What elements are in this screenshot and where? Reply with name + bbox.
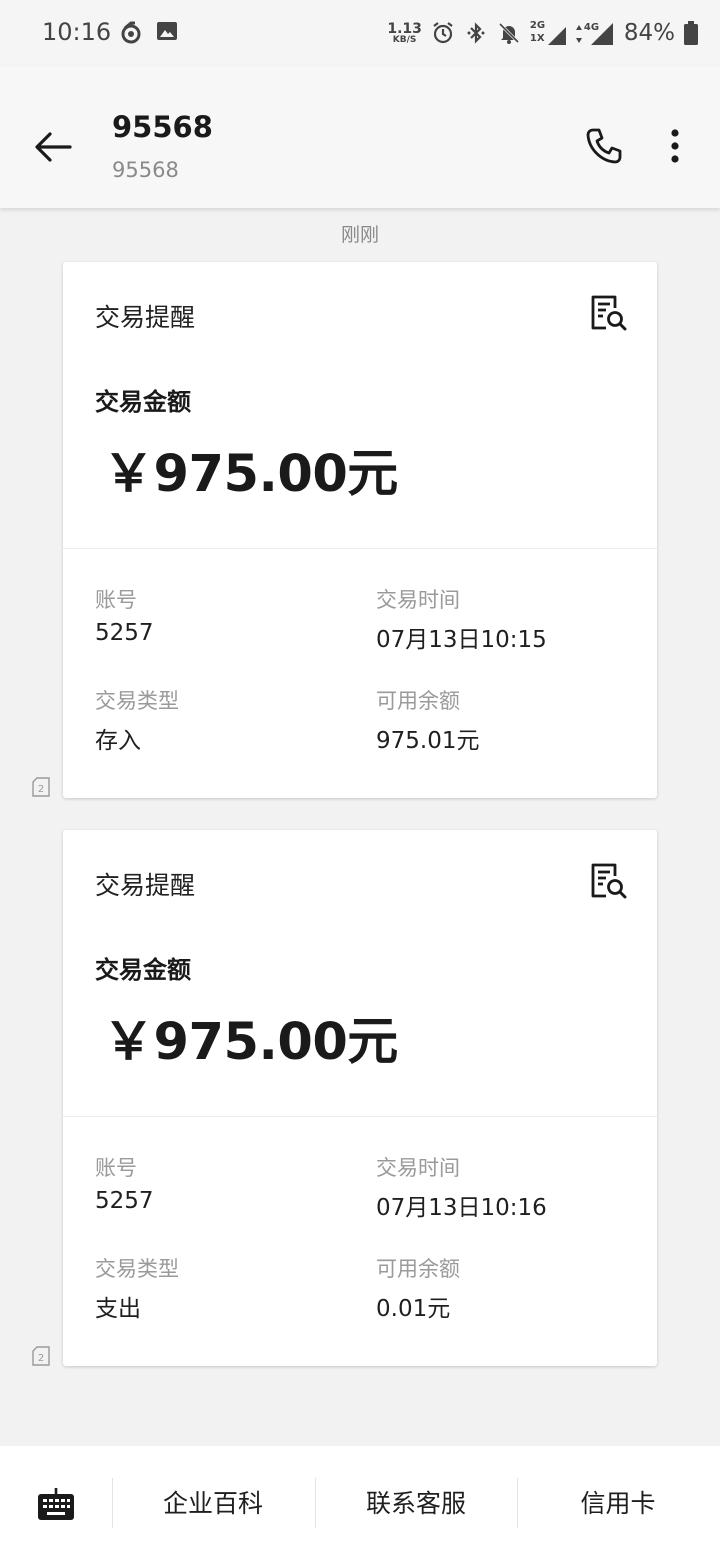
- sim-slot-number: 2: [38, 784, 44, 795]
- transaction-amount: ￥975.00元: [103, 1013, 398, 1072]
- transaction-card[interactable]: 交易提醒 交易金额 ￥975.00元 账号 5257 交易时间 07月13日10…: [63, 262, 657, 798]
- menu-item-contact-service[interactable]: 联系客服: [315, 1484, 517, 1520]
- data-arrows-icon: [575, 25, 582, 43]
- account-label: 账号: [95, 588, 137, 612]
- time-value: 07月13日10:15: [376, 627, 547, 653]
- conversation-header: 95568 95568: [0, 66, 720, 208]
- type-label: 交易类型: [95, 1257, 179, 1281]
- transaction-card[interactable]: 交易提醒 交易金额 ￥975.00元 账号 5257 交易时间 07月13日10…: [63, 830, 657, 1366]
- signal-sim1: 2G 1X: [530, 20, 566, 46]
- sim-card-icon: 2: [32, 777, 50, 797]
- balance-label: 可用余额: [376, 689, 460, 713]
- menu-item-enterprise-wiki[interactable]: 企业百科: [112, 1484, 314, 1520]
- bottom-menu-bar: 企业百科 联系客服 信用卡: [0, 1446, 720, 1560]
- amount-label: 交易金额: [95, 388, 191, 416]
- document-search-icon[interactable]: [589, 862, 627, 900]
- keyboard-icon[interactable]: [37, 1486, 75, 1522]
- type-label: 交易类型: [95, 689, 179, 713]
- menu-item-credit-card[interactable]: 信用卡: [517, 1484, 719, 1520]
- alarm-icon: [433, 22, 453, 44]
- image-icon: [157, 22, 177, 40]
- account-label: 账号: [95, 1156, 137, 1180]
- contact-title: 95568: [112, 110, 213, 144]
- sim-slot-number: 2: [38, 1353, 44, 1364]
- amount-label: 交易金额: [95, 956, 191, 984]
- type-value: 存入: [95, 728, 141, 754]
- status-bar: 10:16 1.13 KB/S 2G 1X 4G 84%: [0, 0, 720, 66]
- signal-icon: [547, 27, 566, 45]
- account-value: 5257: [95, 620, 154, 646]
- time-label: 交易时间: [376, 1156, 460, 1180]
- time-label: 交易时间: [376, 588, 460, 612]
- contact-number: 95568: [112, 158, 179, 182]
- bluetooth-icon: [467, 22, 485, 44]
- balance-value: 0.01元: [376, 1296, 451, 1322]
- silent-icon: [498, 22, 519, 44]
- signal-sim2: 4G: [575, 20, 615, 46]
- transaction-amount: ￥975.00元: [103, 445, 398, 504]
- time-value: 07月13日10:16: [376, 1195, 547, 1221]
- status-time: 10:16: [42, 18, 112, 46]
- sim-card-icon: 2: [32, 1346, 50, 1366]
- phone-icon[interactable]: [584, 126, 624, 166]
- balance-label: 可用余额: [376, 1257, 460, 1281]
- more-vertical-icon[interactable]: [660, 128, 690, 164]
- card-divider: [63, 548, 657, 549]
- type-value: 支出: [95, 1296, 141, 1322]
- battery-percent: 84%: [623, 20, 675, 46]
- notification-app-icon: [121, 21, 141, 44]
- network-speed: 1.13 KB/S: [387, 20, 422, 45]
- card-header: 交易提醒: [95, 871, 196, 900]
- battery-icon: [684, 21, 698, 45]
- card-divider: [63, 1116, 657, 1117]
- message-timestamp: 刚刚: [340, 224, 379, 246]
- document-search-icon[interactable]: [589, 294, 627, 332]
- account-value: 5257: [95, 1188, 154, 1214]
- back-arrow-icon[interactable]: [32, 126, 74, 168]
- card-header: 交易提醒: [95, 303, 196, 332]
- balance-value: 975.01元: [376, 728, 480, 754]
- signal-icon-2: [590, 23, 613, 45]
